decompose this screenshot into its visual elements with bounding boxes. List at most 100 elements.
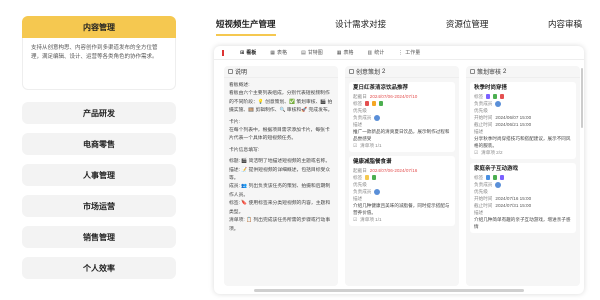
task-card[interactable]: 健康减脂餐食谱 起截日 2024/07/06-2024/07/16 标签 优先级 … <box>349 156 455 226</box>
view-label: 表格 <box>343 50 354 56</box>
tab-design-request[interactable]: 设计需求对接 <box>335 16 386 36</box>
column-ideation: 创意策划 2 夏日红茶清凉饮品推荐 起截日 2024/07/06-2024/07/1… <box>345 66 459 286</box>
kanban-columns: 说明 看板概述: 看板由六个主要列表组成，分别代表短视频制作的不同阶段：💡 创意… <box>224 66 580 286</box>
column-title: 说明 <box>235 70 248 76</box>
card-title: 夏日红茶清凉饮品推荐 <box>353 85 409 91</box>
tag-chip <box>372 101 377 106</box>
column-notes: 说明 看板概述: 看板由六个主要列表组成，分别代表短视频制作的不同阶段：💡 创意… <box>224 66 338 286</box>
column-title: 创意策划 <box>356 70 381 76</box>
note-line: 卡片: <box>229 119 240 125</box>
column-header: 说明 <box>224 66 338 78</box>
category-marketing[interactable]: 市场运营 <box>22 195 176 217</box>
view-gantt[interactable]: ▤ 甘特图 <box>300 49 323 57</box>
field-label: 标签 <box>353 175 363 180</box>
field-label: 负责成员 <box>474 182 493 187</box>
field-label: 起截日 <box>353 94 367 99</box>
note-line: 描述: 📝 提供短视频的详细概述，包括目标受众等。 <box>229 167 331 182</box>
card-description: 介绍几种健康且美味的减脂餐，同时提示搭配与营养价值。 <box>353 203 450 215</box>
avatar <box>495 100 502 107</box>
view-kanban[interactable]: ⊞ 看板 <box>240 49 256 57</box>
note-line: 看板由六个主要列表组成，分别代表短视频制作的不同阶段：💡 创意策划、✅ 策划审核… <box>229 91 333 114</box>
note-line: 标签: 🔖 使用标签来分类短视频的内容，主题和类型。 <box>229 201 331 215</box>
tag-chip <box>500 175 505 180</box>
card-checklist: 清单项 2/2 <box>481 150 503 155</box>
tab-short-video[interactable]: 短视频生产管理 <box>216 16 276 36</box>
tag-chip <box>365 175 370 180</box>
column-count: 2 <box>503 68 507 75</box>
stats-icon: ▥ <box>367 49 373 56</box>
checkbox-icon <box>470 69 475 74</box>
table-icon: ▦ <box>270 49 275 56</box>
field-label: 描述 <box>474 129 484 134</box>
note-line: 看板概述: <box>229 83 250 88</box>
view-toolbar: ⊞ 看板 ▦ 表格 ▤ 甘特图 ▦ 表格 ▥ 统计 ⋮ 工作量 <box>214 46 584 60</box>
view-table[interactable]: ▦ 表格 <box>270 49 287 57</box>
card-end: 2024/07/31 15:00 <box>495 203 532 208</box>
card-start: 2024/07/16 15:00 <box>495 196 532 201</box>
horizontal-scrollbar[interactable] <box>254 289 524 292</box>
note-line: 卡片信息填写: <box>229 147 260 153</box>
field-label: 截止时间 <box>474 122 493 127</box>
category-hr[interactable]: 人事管理 <box>22 164 176 186</box>
task-card[interactable]: 家庭亲子互动游戏 标签 负责成员 优先级 开始时间 2024/07/16 15:0… <box>470 163 576 233</box>
category-sales[interactable]: 销售管理 <box>22 226 176 248</box>
field-label: 描述 <box>353 122 363 127</box>
gantt-icon: ▤ <box>300 49 306 56</box>
tag-chip <box>372 175 377 180</box>
category-product-dev[interactable]: 产品研发 <box>22 102 176 124</box>
avatar <box>374 114 381 121</box>
preview-window: ⊞ 看板 ▦ 表格 ▤ 甘特图 ▦ 表格 ▥ 统计 ⋮ 工作量 说明 看板概述: 看板由六个… <box>214 46 584 294</box>
category-personal[interactable]: 个人效率 <box>22 257 176 279</box>
field-label: 优先级 <box>353 108 367 113</box>
view-stats[interactable]: ▥ 统计 <box>367 49 385 57</box>
field-label: 优先级 <box>353 182 367 187</box>
field-label: 优先级 <box>474 108 488 113</box>
view-label: 统计 <box>374 50 385 56</box>
task-card[interactable]: 夏日红茶清凉饮品推荐 起截日 2024/07/06-2024/07/10 标签 优… <box>349 82 455 152</box>
field-label: 开始时间 <box>474 115 493 120</box>
card-checklist: 清单项 1/1 <box>360 217 382 222</box>
kanban-icon: ⊞ <box>240 49 245 56</box>
column-header: 策划审核 2 <box>466 66 580 78</box>
vertical-scrollbar[interactable] <box>581 68 583 128</box>
category-ecommerce[interactable]: 电商零售 <box>22 133 176 155</box>
field-label: 标签 <box>353 101 363 106</box>
template-tabs: 短视频生产管理 设计需求对接 资源位管理 内容审稿 <box>214 16 584 36</box>
tab-resource[interactable]: 资源位管理 <box>446 16 489 36</box>
field-label: 标签 <box>474 94 484 99</box>
column-count: 2 <box>382 68 386 75</box>
category-description: 支持从创意构思、内容创作到多渠道发布的全方位管理，满足编辑、设计、运营等各类角色… <box>22 38 176 90</box>
field-label: 描述 <box>353 196 363 201</box>
card-title: 家庭亲子互动游戏 <box>474 166 519 172</box>
note-line: 标题: 🎬 简洁明了地描述短视频的主题或名称。 <box>229 159 331 165</box>
tag-chip <box>486 175 491 180</box>
checklist-icon: ☑ <box>353 143 358 148</box>
view-label: 工作量 <box>405 50 421 56</box>
avatar <box>374 188 381 195</box>
card-description: 推广一款新品的清爽夏日饮品，展示制作过程和品尝感受 <box>353 129 450 141</box>
field-label: 截止时间 <box>474 203 493 208</box>
tab-review[interactable]: 内容审稿 <box>548 16 582 36</box>
view-table-2[interactable]: ▦ 表格 <box>336 49 354 57</box>
task-card[interactable]: 秋季时尚穿搭 标签 负责成员 优先级 开始时间 2024/06/07 15:00 … <box>470 82 576 159</box>
field-label: 开始时间 <box>474 196 493 201</box>
category-content-management[interactable]: 内容管理 <box>22 16 176 38</box>
checklist-icon: ☑ <box>474 150 479 155</box>
view-workload[interactable]: ⋮ 工作量 <box>398 49 421 57</box>
tag-chip <box>365 101 370 106</box>
card-start: 2024/06/07 15:00 <box>495 115 532 120</box>
field-label: 负责成员 <box>353 115 372 120</box>
tag-chip <box>500 94 505 99</box>
card-date: 2024/07/06-2024/07/16 <box>369 168 418 173</box>
tag-chip <box>486 94 491 99</box>
tag-chip <box>493 175 498 180</box>
field-label: 描述 <box>474 210 484 215</box>
field-label: 负责成员 <box>353 189 372 194</box>
table-icon: ▦ <box>336 49 342 56</box>
column-header: 创意策划 2 <box>345 66 459 78</box>
view-label: 甘特图 <box>307 50 323 56</box>
checklist-icon: ☑ <box>353 217 358 222</box>
tag-chip <box>493 94 498 99</box>
field-label: 标签 <box>474 175 484 180</box>
field-label: 优先级 <box>474 189 488 194</box>
